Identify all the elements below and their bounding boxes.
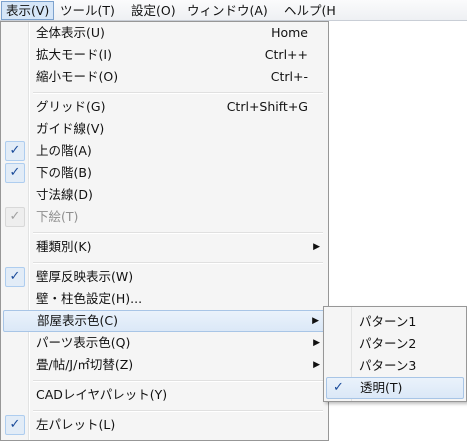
menu-item-underlay: ✓ 下絵(T) bbox=[3, 206, 326, 228]
menu-item-by-type[interactable]: 種類別(K) ▶ bbox=[3, 236, 326, 258]
menu-bar: 表示(V) ツール(T) 設定(O) ウィンドウ(A) ヘルプ(H bbox=[0, 0, 467, 21]
submenu-arrow-icon: ▶ bbox=[313, 360, 320, 370]
menu-separator bbox=[33, 380, 323, 382]
menu-item-label: 寸法線(D) bbox=[36, 187, 93, 202]
menu-item-label: 畳/帖/J/㎡切替(Z) bbox=[36, 357, 134, 372]
menu-item-guide-lines[interactable]: ガイド線(V) bbox=[3, 118, 326, 140]
menu-separator bbox=[33, 92, 323, 94]
menu-item-label: 壁・柱色設定(H)... bbox=[36, 291, 143, 306]
submenu-arrow-icon: ▶ bbox=[312, 316, 319, 326]
menu-item-wall-thickness-display[interactable]: ✓ 壁厚反映表示(W) bbox=[3, 266, 326, 288]
menu-item-shortcut: Home bbox=[271, 25, 308, 40]
menu-item-label: 全体表示(U) bbox=[36, 25, 105, 40]
submenu-item-label: パターン3 bbox=[359, 358, 417, 373]
submenu-item-transparent[interactable]: ✓ 透明(T) bbox=[326, 377, 464, 399]
menu-item-label: 下絵(T) bbox=[36, 209, 79, 224]
menu-item-shortcut: Ctrl+Shift+G bbox=[226, 99, 308, 114]
check-icon: ✓ bbox=[5, 415, 25, 435]
menu-item-label: 下の階(B) bbox=[36, 165, 92, 180]
menu-item-lower-floor[interactable]: ✓ 下の階(B) bbox=[3, 162, 326, 184]
menu-item-shortcut: Ctrl+- bbox=[270, 69, 308, 84]
menu-item-parts-display-color[interactable]: パーツ表示色(Q) ▶ bbox=[3, 332, 326, 354]
menu-item-dimension-lines[interactable]: 寸法線(D) bbox=[3, 184, 326, 206]
menu-item-label: グリッド(G) bbox=[36, 99, 106, 114]
check-icon: ✓ bbox=[5, 163, 25, 183]
check-icon: ✓ bbox=[333, 380, 344, 395]
menubar-tools[interactable]: ツール(T) bbox=[56, 1, 119, 20]
submenu-item-label: パターン2 bbox=[359, 336, 417, 351]
menu-item-label: 拡大モード(I) bbox=[36, 47, 112, 62]
menu-item-grid[interactable]: グリッド(G) Ctrl+Shift+G bbox=[3, 96, 326, 118]
menu-item-fit-all[interactable]: 全体表示(U) Home bbox=[3, 22, 326, 44]
menu-item-shortcut: Ctrl++ bbox=[264, 47, 308, 62]
menu-item-label: 部屋表示色(C) bbox=[37, 313, 118, 328]
menu-item-label: 上の階(A) bbox=[36, 143, 92, 158]
check-icon: ✓ bbox=[5, 141, 25, 161]
menu-item-label: 壁厚反映表示(W) bbox=[36, 269, 134, 284]
menu-item-wall-column-color-settings[interactable]: 壁・柱色設定(H)... bbox=[3, 288, 326, 310]
menu-item-label: パーツ表示色(Q) bbox=[36, 335, 131, 350]
menu-item-room-display-color[interactable]: 部屋表示色(C) ▶ bbox=[3, 310, 326, 332]
menu-item-label: ガイド線(V) bbox=[36, 121, 105, 136]
check-icon: ✓ bbox=[5, 267, 25, 287]
submenu-arrow-icon: ▶ bbox=[313, 242, 320, 252]
submenu-item-pattern-1[interactable]: パターン1 bbox=[326, 311, 464, 333]
submenu-item-pattern-3[interactable]: パターン3 bbox=[326, 355, 464, 377]
menu-separator bbox=[33, 410, 323, 412]
menubar-help[interactable]: ヘルプ(H bbox=[280, 1, 340, 20]
menu-item-label: 種類別(K) bbox=[36, 239, 92, 254]
menu-item-zoom-out-mode[interactable]: 縮小モード(O) Ctrl+- bbox=[3, 66, 326, 88]
check-icon: ✓ bbox=[5, 207, 25, 227]
menu-separator bbox=[33, 262, 323, 264]
view-menu: 全体表示(U) Home 拡大モード(I) Ctrl++ 縮小モード(O) Ct… bbox=[0, 21, 329, 441]
room-color-submenu: パターン1 パターン2 パターン3 ✓ 透明(T) bbox=[323, 306, 467, 402]
submenu-item-label: パターン1 bbox=[359, 314, 417, 329]
submenu-arrow-icon: ▶ bbox=[313, 338, 320, 348]
menu-item-zoom-in-mode[interactable]: 拡大モード(I) Ctrl++ bbox=[3, 44, 326, 66]
menu-item-label: 縮小モード(O) bbox=[36, 69, 119, 84]
menu-item-cad-layer-palette[interactable]: CADレイヤパレット(Y) bbox=[3, 384, 326, 406]
menu-item-label: 左パレット(L) bbox=[36, 417, 116, 432]
menu-separator bbox=[33, 232, 323, 234]
menubar-settings[interactable]: 設定(O) bbox=[127, 1, 180, 20]
submenu-item-label: 透明(T) bbox=[360, 380, 403, 395]
menu-item-area-unit-switch[interactable]: 畳/帖/J/㎡切替(Z) ▶ bbox=[3, 354, 326, 376]
submenu-item-pattern-2[interactable]: パターン2 bbox=[326, 333, 464, 355]
menu-item-left-palette[interactable]: ✓ 左パレット(L) bbox=[3, 414, 326, 436]
menubar-window[interactable]: ウィンドウ(A) bbox=[183, 1, 272, 20]
menubar-view[interactable]: 表示(V) bbox=[1, 1, 55, 20]
menu-item-label: CADレイヤパレット(Y) bbox=[36, 387, 168, 402]
menu-item-upper-floor[interactable]: ✓ 上の階(A) bbox=[3, 140, 326, 162]
